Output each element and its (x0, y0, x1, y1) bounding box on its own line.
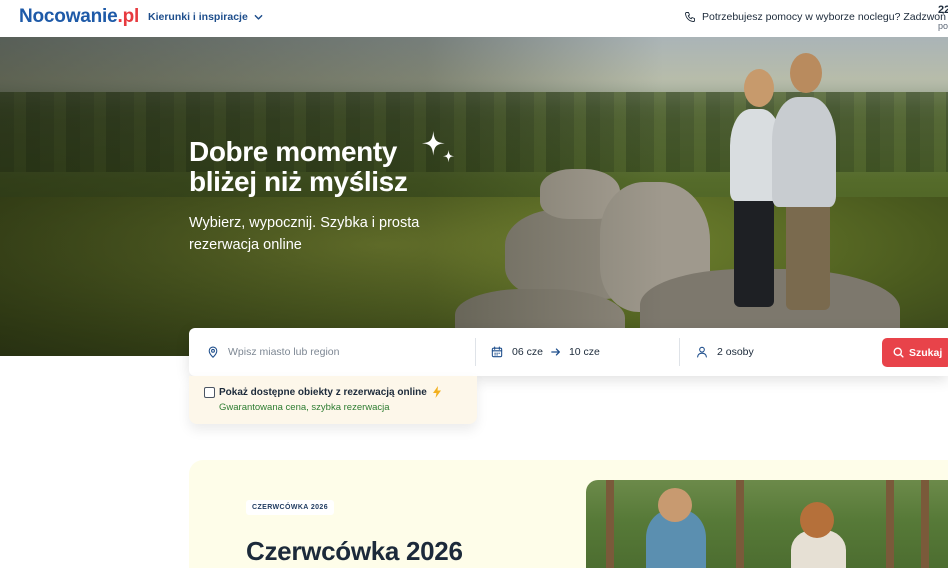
online-booking-checkbox[interactable] (204, 387, 215, 398)
date-range-field[interactable]: 06 cze 10 cze (490, 328, 600, 376)
promo-image-tree (921, 480, 929, 568)
guests-count: 2 osoby (717, 346, 754, 358)
help-contact[interactable]: Potrzebujesz pomocy w wyborze noclegu? Z… (684, 11, 946, 23)
calendar-icon (491, 346, 503, 358)
online-booking-label-text: Pokaż dostępne obiekty z rezerwacją onli… (219, 386, 427, 398)
hero-title-line2: bliżej niż myślisz (189, 166, 408, 197)
online-booking-filter: Pokaż dostępne obiekty z rezerwacją onli… (189, 376, 477, 424)
hero-subtitle-line2: rezerwacja online (189, 237, 302, 253)
sparkle-icon (421, 130, 455, 163)
hero-overlay (0, 37, 948, 356)
search-divider (475, 338, 476, 366)
hero-subtitle: Wybierz, wypocznij. Szybka i prosta reze… (189, 212, 449, 256)
search-bar: 06 cze 10 cze 2 osoby (189, 328, 948, 376)
user-icon (697, 346, 707, 358)
phone-hours: po (938, 21, 948, 31)
date-to: 10 cze (568, 346, 600, 358)
phone-number[interactable]: 22 (938, 4, 948, 16)
help-text: Potrzebujesz pomocy w wyborze noclegu? Z… (702, 11, 946, 23)
hero-banner: Dobre momenty bliżej niż myślisz Wybierz… (0, 37, 948, 356)
online-booking-label[interactable]: Pokaż dostępne obiekty z rezerwacją onli… (219, 386, 441, 398)
promo-image-tree (606, 480, 614, 568)
phone-icon (685, 12, 695, 22)
search-button[interactable]: Szukaj (882, 338, 948, 367)
nav-directions-inspirations[interactable]: Kierunki i inspiracje (148, 11, 263, 23)
promo-image-tree (886, 480, 894, 568)
promo-title: Czerwcówka 2026 (246, 536, 463, 566)
location-field[interactable] (206, 328, 468, 376)
hero-title: Dobre momenty bliżej niż myślisz (189, 137, 449, 197)
hero-subtitle-line1: Wybierz, wypocznij. Szybka i prosta (189, 215, 420, 231)
search-divider (679, 338, 680, 366)
lightning-icon (432, 386, 441, 398)
online-booking-guarantee: Gwarantowana cena, szybka rezerwacja (219, 402, 390, 413)
arrow-right-icon (551, 348, 560, 356)
top-header: Nocowanie.pl Kierunki i inspiracje Potrz… (0, 0, 948, 36)
location-input[interactable] (228, 346, 468, 358)
promo-image-tree (736, 480, 744, 568)
search-icon (893, 347, 904, 358)
chevron-down-icon (254, 14, 263, 20)
promo-tag: CZERWCÓWKA 2026 (246, 500, 335, 515)
promo-section: CZERWCÓWKA 2026 Czerwcówka 2026 (189, 460, 948, 568)
guests-field[interactable]: 2 osoby (695, 328, 754, 376)
site-logo[interactable]: Nocowanie.pl (19, 6, 139, 28)
search-button-label: Szukaj (909, 346, 943, 359)
nav-directions-label: Kierunki i inspiracje (148, 11, 248, 23)
promo-image[interactable] (586, 480, 948, 568)
logo-main-text: Nocowanie (19, 6, 118, 27)
map-pin-icon (208, 346, 218, 358)
logo-tld-text: .pl (117, 6, 140, 27)
promo-image-person (800, 502, 834, 538)
date-from: 06 cze (512, 346, 543, 358)
hero-title-line1: Dobre momenty (189, 136, 397, 167)
promo-image-person (658, 488, 692, 522)
